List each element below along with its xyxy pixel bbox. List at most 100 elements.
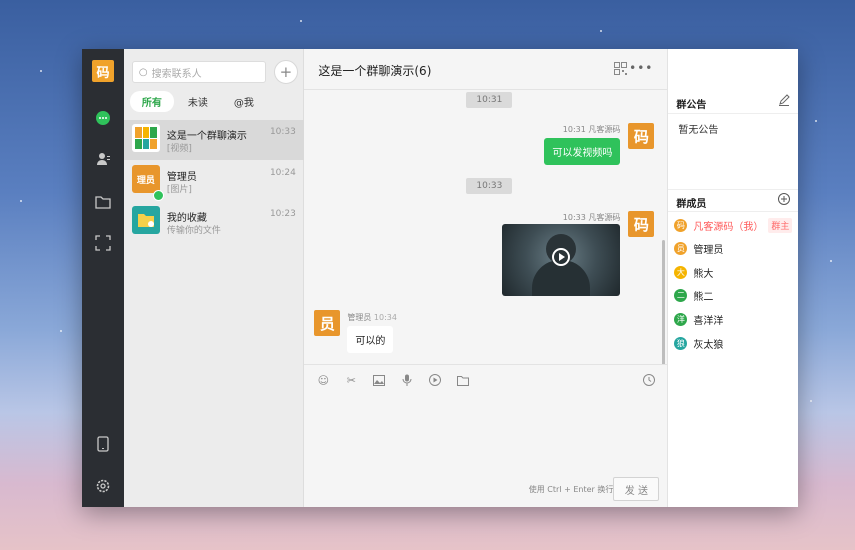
filter-all[interactable]: 所有 [129,90,174,112]
image-icon[interactable] [372,373,386,387]
scrollbar[interactable] [662,240,666,364]
divider [668,211,799,212]
conversation-preview: 传输你的文件 [166,226,221,236]
video-icon[interactable] [428,373,442,387]
chat-app-window: 码 ○ 搜索联系人 + 所有 未读 @我 这是一个群聊演示 [视频] 10:33… [82,49,799,507]
newline-hint: 使用 Ctrl + Enter 换行 [528,485,614,494]
qrcode-icon[interactable] [614,62,628,78]
settings-icon[interactable] [94,477,112,495]
member-name: 管理员 [693,244,724,256]
add-button[interactable]: + [273,60,298,84]
member-avatar: 狼 [674,336,688,350]
icon-sidebar: 码 [82,49,124,507]
member-item[interactable]: 洋 喜洋洋 [674,310,723,328]
member-item[interactable]: 员 管理员 [674,239,723,257]
folder-icon[interactable] [94,193,112,211]
conversation-item[interactable]: 这是一个群聊演示 [视频] 10:33 [123,120,304,160]
member-avatar: 码 [674,218,688,232]
sender-avatar: 码 [628,123,655,149]
notice-text: 暂无公告 [678,125,719,136]
conversation-time: 10:24 [269,168,296,178]
star [60,330,62,332]
microphone-icon[interactable] [400,373,414,387]
member-name: 熊大 [693,268,714,280]
conversation-time: 10:33 [269,127,296,137]
conversation-name: 管理员 [166,172,197,183]
sender-avatar: 码 [628,211,655,237]
add-member-icon[interactable] [778,193,790,208]
more-icon[interactable]: ••• [629,61,653,75]
chat-header: 这是一个群聊演示(6) ••• [304,49,668,90]
filter-tabs: 所有 未读 @我 [129,90,296,112]
video-message[interactable] [502,224,621,296]
edit-icon[interactable] [778,94,790,109]
divider [668,189,799,190]
conversation-time: 10:23 [269,209,296,219]
group-info-panel: 群公告 暂无公告 群成员 码 凡客源码（我） 群主 员 管理员 大 熊大 二 熊… [668,49,799,507]
star [20,200,22,202]
message-meta: 10:33 凡客源码 [562,213,621,222]
time-divider: 10:33 [466,178,513,194]
members-title: 群成员 [676,199,707,210]
conversation-preview: [视频] [166,144,192,154]
star [600,30,602,32]
scissors-icon[interactable]: ✂ [344,373,358,387]
message-bubble[interactable]: 可以的 [347,326,394,353]
favorites-avatar [131,206,160,234]
conversation-name: 我的收藏 [166,213,207,224]
contacts-icon[interactable] [94,150,112,168]
folder-icon [137,214,154,227]
member-name: 喜洋洋 [693,315,724,327]
member-name: 灰太狼 [693,339,724,351]
member-item[interactable]: 二 熊二 [674,286,713,304]
conversation-list-panel: ○ 搜索联系人 + 所有 未读 @我 这是一个群聊演示 [视频] 10:33 理… [123,49,305,507]
member-name: 凡客源码（我） [693,221,764,233]
member-avatar: 洋 [674,312,688,326]
chat-title: 这是一个群聊演示(6) [318,64,432,78]
member-name: 熊二 [693,291,714,303]
message-meta: 10:31 凡客源码 [562,125,621,134]
star [300,20,302,22]
sender-name: 管理员 [347,313,372,322]
star [830,260,832,262]
input-toolbar: ☺ ✂ [304,364,669,393]
star [40,70,42,72]
folder-icon[interactable] [456,373,470,387]
history-clock-icon[interactable] [642,373,656,387]
divider [668,113,799,114]
time-divider: 10:31 [466,92,513,108]
filter-mentions[interactable]: @我 [222,91,266,112]
notice-title: 群公告 [676,100,707,111]
message-bubble[interactable]: 可以发视频吗 [544,138,621,165]
admin-avatar: 理员 [131,165,160,193]
scan-icon[interactable] [94,234,112,252]
search-box[interactable]: ○ 搜索联系人 [131,61,266,83]
star [810,400,812,402]
online-status-dot [152,190,164,201]
app-logo: 码 [92,60,114,82]
search-icon: ○ [138,66,148,78]
member-item[interactable]: 狼 灰太狼 [674,334,723,352]
conversation-item[interactable]: 我的收藏 传输你的文件 10:23 [124,202,304,242]
sender-avatar: 员 [314,310,341,336]
message-time: 10:34 [373,313,397,322]
filter-unread[interactable]: 未读 [176,91,220,112]
message-list: 10:31 10:31 凡客源码 码 可以发视频吗 10:33 10:33 凡客… [304,90,668,364]
owner-badge: 群主 [768,217,793,233]
member-item[interactable]: 码 凡客源码（我） 群主 [674,216,793,234]
search-input[interactable]: 搜索联系人 [152,65,202,80]
conversation-item[interactable]: 理员 管理员 [图片] 10:24 [124,161,304,201]
member-avatar: 大 [674,265,688,279]
chat-panel: 这是一个群聊演示(6) ••• 10:31 10:31 凡客源码 码 可以发视频… [304,49,669,507]
send-button[interactable]: 发 送 [613,477,660,501]
star [815,120,817,122]
conversation-name: 这是一个群聊演示 [166,131,247,142]
phone-icon[interactable] [94,435,112,453]
emoji-icon[interactable]: ☺ [316,373,330,387]
chat-icon[interactable] [94,109,112,127]
message-meta: 管理员 10:34 [347,312,397,323]
member-avatar: 员 [674,241,688,255]
member-item[interactable]: 大 熊大 [674,263,713,281]
member-avatar: 二 [674,288,688,302]
group-avatar [131,124,160,152]
